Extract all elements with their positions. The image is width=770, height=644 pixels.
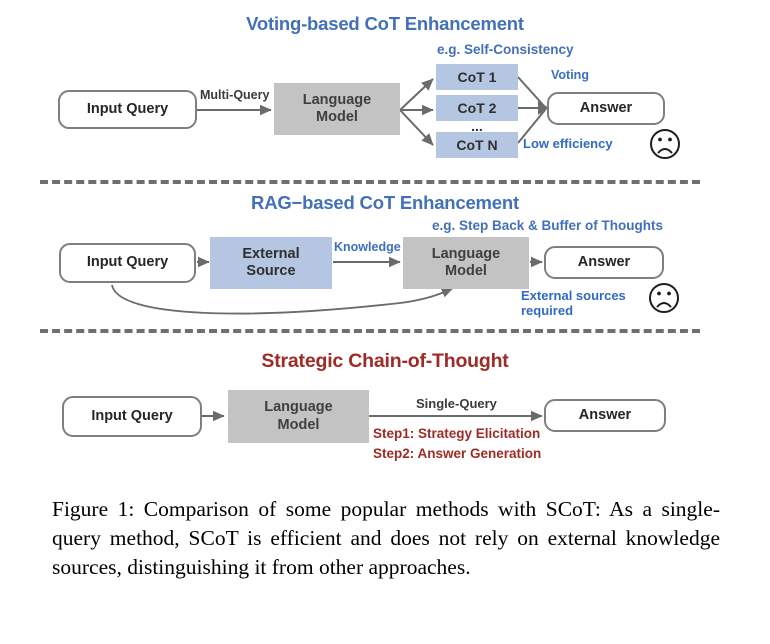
note-external-sources-required: External sources required: [521, 288, 626, 318]
node-cot-n[interactable]: CoT N: [436, 132, 518, 158]
node-answer-rag[interactable]: Answer: [544, 246, 664, 279]
node-language-model-scot[interactable]: Language Model: [228, 390, 369, 443]
panel-subtitle-rag: e.g. Step Back & Buffer of Thoughts: [432, 218, 664, 233]
node-input-query-scot[interactable]: Input Query: [62, 396, 202, 437]
panel-title-rag: RAG−based CoT Enhancement: [251, 192, 519, 213]
edge-label-knowledge: Knowledge: [334, 240, 401, 254]
sad-face-icon-rag: [649, 283, 679, 313]
figure-caption: Figure 1: Comparison of some popular met…: [52, 497, 720, 580]
node-language-model-voting-line2: Model: [316, 109, 358, 125]
edge-label-voting: Voting: [551, 68, 589, 82]
node-language-model-scot-line1: Language: [264, 399, 333, 416]
node-answer-voting[interactable]: Answer: [547, 92, 665, 125]
node-external-source-line2: Source: [246, 263, 296, 279]
node-external-source-line1: External: [242, 245, 300, 262]
node-language-model-rag-line1: Language: [431, 245, 501, 262]
node-language-model-voting-line1: Language: [302, 91, 372, 108]
note-external-sources-line2: required: [521, 303, 574, 319]
note-step-2: Step2: Answer Generation: [373, 446, 542, 461]
panel-title-voting: Voting-based CoT Enhancement: [246, 13, 524, 34]
node-cot-ellipsis: ...: [471, 118, 483, 134]
panel-title-scot: Strategic Chain-of-Thought: [261, 350, 509, 372]
node-input-query-rag[interactable]: Input Query: [59, 243, 196, 283]
edge-label-single-query: Single-Query: [416, 396, 497, 411]
node-input-query-voting[interactable]: Input Query: [58, 90, 197, 129]
panel-separator-2: [40, 329, 700, 333]
node-cot-1[interactable]: CoT 1: [436, 64, 518, 90]
panel-subtitle-voting: e.g. Self-Consistency: [437, 42, 574, 57]
node-language-model-rag[interactable]: Language Model: [403, 237, 529, 289]
node-language-model-rag-line2: Model: [445, 263, 487, 279]
node-answer-scot[interactable]: Answer: [544, 399, 666, 432]
node-external-source[interactable]: External Source: [210, 237, 332, 289]
node-language-model-voting[interactable]: Language Model: [274, 83, 400, 135]
edge-label-multi-query: Multi-Query: [200, 88, 270, 102]
panel-separator-1: [40, 180, 700, 184]
node-language-model-scot-line2: Model: [277, 416, 320, 433]
note-low-efficiency: Low efficiency: [523, 136, 613, 151]
figure-1-diagram: Voting-based CoT Enhancement e.g. Self-C…: [0, 0, 770, 644]
sad-face-icon-voting: [650, 129, 680, 159]
note-step-1: Step1: Strategy Elicitation: [373, 426, 541, 441]
note-external-sources-line1: External sources: [521, 288, 626, 303]
